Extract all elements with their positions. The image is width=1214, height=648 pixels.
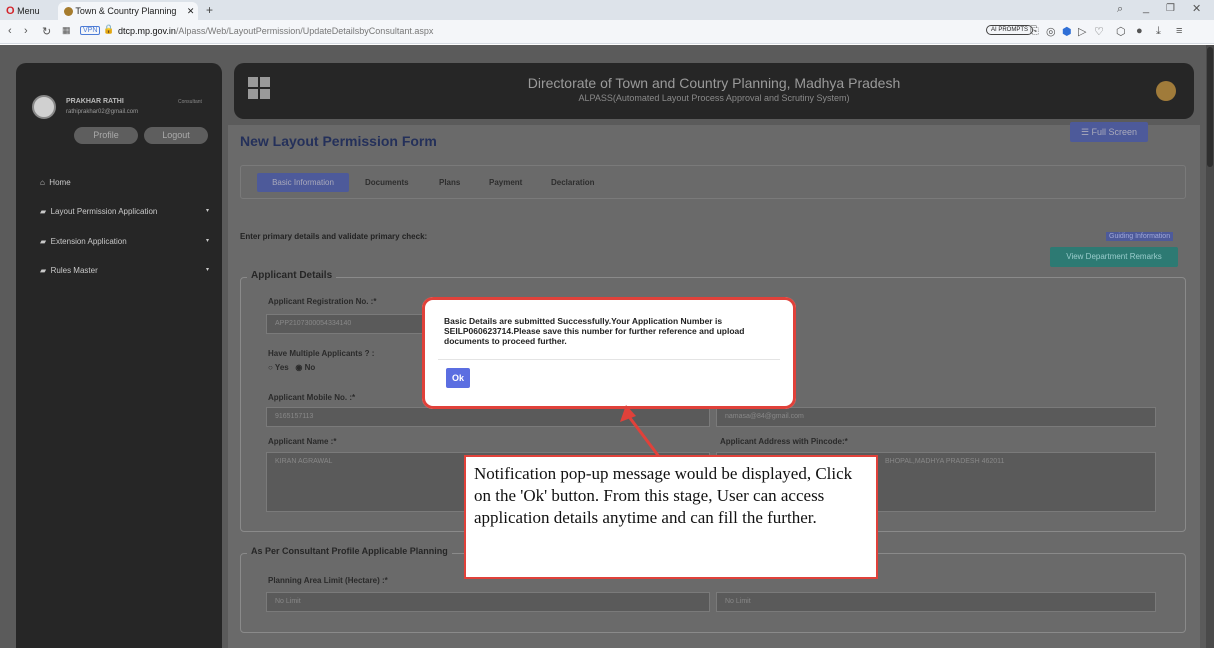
browser-menu[interactable]: O Menu: [6, 2, 58, 20]
user-role: Consultant: [178, 99, 202, 105]
speed-dial-icon[interactable]: ▦: [62, 25, 71, 36]
tab-documents[interactable]: Documents: [365, 173, 409, 192]
consultant-legend: As Per Consultant Profile Applicable Pla…: [247, 546, 452, 556]
tab-town-country[interactable]: Town & Country Planning ✕: [58, 2, 198, 20]
scrollbar-thumb[interactable]: [1207, 47, 1213, 167]
emblem-icon: [1156, 81, 1176, 101]
header-subtitle: ALPASS(Automated Layout Process Approval…: [578, 93, 850, 103]
multiple-applicants-label: Have Multiple Applicants ? :: [268, 349, 375, 358]
address-label: Applicant Address with Pincode:*: [720, 437, 848, 446]
header-title: Directorate of Town and Country Planning…: [527, 75, 901, 91]
heart-icon[interactable]: ♡: [1094, 25, 1104, 38]
radio-no[interactable]: ◉ No: [295, 363, 315, 372]
cube-icon[interactable]: ⬡: [1116, 25, 1126, 38]
user-email: rathiprakhar02@gmail.com: [66, 109, 139, 115]
close-tab-icon[interactable]: ✕: [187, 6, 195, 16]
tab-plans[interactable]: Plans: [439, 173, 460, 192]
multiple-applicants-radio[interactable]: ○ Yes ◉ No: [268, 363, 315, 372]
shield-icon[interactable]: ⬢: [1062, 25, 1072, 38]
chevron-down-icon: ▾: [206, 208, 210, 214]
annotation-callout: Notification pop-up message would be dis…: [464, 455, 878, 579]
dialog-message: Basic Details are submitted Successfully…: [444, 316, 745, 346]
logout-button[interactable]: Logout: [144, 127, 208, 144]
user-name: PRAKHAR RATHI: [66, 98, 124, 105]
menu-icon[interactable]: ≡: [1176, 25, 1182, 37]
url-field[interactable]: dtcp.mp.gov.in/Alpass/Web/LayoutPermissi…: [118, 26, 433, 36]
chevron-down-icon: ▾: [206, 238, 210, 244]
forward-icon[interactable]: ›: [24, 25, 28, 37]
download-icon[interactable]: ⤓: [1156, 25, 1161, 38]
chevron-down-icon: ▾: [206, 267, 210, 273]
sidebar-item-home[interactable]: ⌂ Home: [40, 178, 71, 187]
screenshot-icon[interactable]: ⎘: [1030, 25, 1039, 38]
radio-yes[interactable]: ○ Yes: [268, 363, 289, 372]
address-bar: ‹ › ↻ ▦ VPN 🔒 dtcp.mp.gov.in/Alpass/Web/…: [0, 20, 1214, 44]
tab-declaration[interactable]: Declaration: [551, 173, 595, 192]
tab-payment[interactable]: Payment: [489, 173, 522, 192]
app-header: Directorate of Town and Country Planning…: [234, 63, 1194, 119]
tab-basic-information[interactable]: Basic Information: [257, 173, 349, 192]
minimize-icon[interactable]: _: [1143, 2, 1149, 14]
page-title: New Layout Permission Form: [240, 133, 437, 149]
area-label: Planning Area Limit (Hectare) :*: [268, 576, 388, 585]
avatar: [32, 95, 56, 119]
email-field[interactable]: namasa@84@gmail.com: [716, 407, 1156, 427]
reg-label: Applicant Registration No. :*: [268, 297, 377, 306]
folder-icon: ▰: [40, 237, 47, 246]
close-window-icon[interactable]: ✕: [1192, 2, 1201, 15]
guiding-information-link[interactable]: Guiding Information: [1106, 232, 1174, 241]
search-icon[interactable]: ⌕: [1117, 3, 1123, 16]
area-field[interactable]: No Limit: [266, 592, 710, 612]
area-field-2[interactable]: No Limit: [716, 592, 1156, 612]
profile-button[interactable]: Profile: [74, 127, 138, 144]
sidebar-item-layout-permission[interactable]: ▰ Layout Permission Application ▾: [40, 207, 209, 216]
back-icon[interactable]: ‹: [8, 25, 12, 37]
restore-icon[interactable]: ❐: [1166, 3, 1175, 14]
scrollbar[interactable]: [1206, 45, 1214, 648]
ok-button[interactable]: Ok: [446, 368, 470, 388]
browser-tab-bar: O Menu Town & Country Planning ✕ + ⌕ _ ❐…: [0, 0, 1214, 20]
mobile-field[interactable]: 9165157113: [266, 407, 710, 427]
play-icon[interactable]: ▷: [1078, 25, 1086, 38]
full-screen-button[interactable]: ☰ Full Screen: [1070, 122, 1148, 142]
ai-prompts-button[interactable]: AI PROMPTS: [986, 25, 1034, 35]
site-favicon-icon: [64, 7, 73, 17]
list-icon: ☰: [1080, 127, 1090, 137]
sidebar: PRAKHAR RATHI Consultant rathiprakhar02@…: [16, 63, 222, 648]
dialog-divider: [438, 359, 780, 360]
applicant-details-legend: Applicant Details: [247, 270, 337, 281]
vpn-badge[interactable]: VPN: [80, 26, 101, 35]
sidebar-item-rules-master[interactable]: ▰ Rules Master ▾: [40, 266, 209, 275]
lock-icon: 🔒: [103, 24, 115, 34]
camera-icon[interactable]: ◎: [1046, 25, 1056, 38]
mobile-label: Applicant Mobile No. :*: [268, 393, 356, 402]
view-department-remarks-button[interactable]: View Department Remarks: [1050, 247, 1178, 267]
opera-icon: O: [6, 5, 15, 17]
home-icon: ⌂: [40, 178, 45, 187]
profile-icon[interactable]: ●: [1136, 25, 1143, 37]
sidebar-item-extension[interactable]: ▰ Extension Application ▾: [40, 237, 209, 246]
reload-icon[interactable]: ↻: [42, 25, 51, 38]
new-tab-icon[interactable]: +: [206, 3, 213, 17]
folder-icon: ▰: [40, 207, 47, 216]
folder-icon: ▰: [40, 266, 47, 275]
success-dialog: Basic Details are submitted Successfully…: [422, 297, 796, 409]
name-label: Applicant Name :*: [268, 437, 337, 446]
instruction-text: Enter primary details and validate prima…: [240, 232, 428, 241]
tabs-container: Basic Information Documents Plans Paymen…: [240, 165, 1186, 199]
